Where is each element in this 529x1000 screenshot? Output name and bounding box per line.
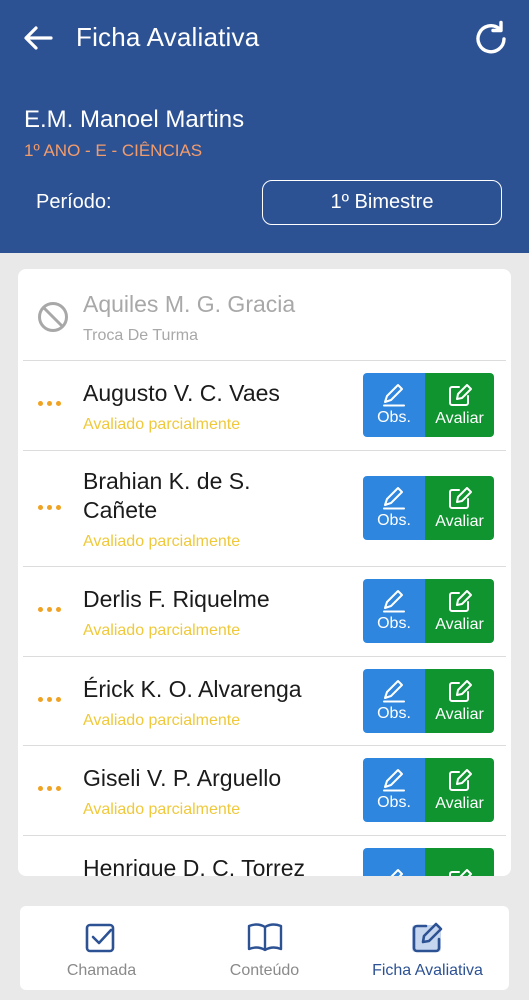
avaliar-label: Avaliar	[435, 513, 484, 530]
student-name: Derlis F. Riquelme	[83, 586, 270, 612]
avaliar-button[interactable]: Avaliar	[425, 758, 494, 822]
student-row: Augusto V. C. Vaes Avaliado parcialmente…	[23, 361, 506, 451]
student-row: Brahian K. de S. Cañete Avaliado parcial…	[23, 451, 506, 567]
bottom-nav: Chamada Conteúdo Ficha Avaliativa	[20, 906, 509, 990]
pencil-icon	[383, 769, 405, 792]
avaliar-label: Avaliar	[435, 706, 484, 723]
app-header: Ficha Avaliativa E.M. Manoel Martins 1º …	[0, 0, 529, 253]
student-row-disabled: Aquiles M. G. Gracia Troca De Turma	[23, 269, 506, 361]
student-name: Aquiles M. G. Gracia	[83, 291, 296, 317]
edit-square-icon	[448, 869, 472, 876]
obs-button[interactable]: Obs.	[363, 373, 425, 437]
student-status: Avaliado parcialmente	[83, 533, 241, 550]
nav-item-ficha-avaliativa[interactable]: Ficha Avaliativa	[346, 906, 509, 990]
more-options-icon[interactable]	[38, 607, 68, 615]
student-list: Aquiles M. G. Gracia Troca De Turma Augu…	[18, 269, 511, 876]
obs-label: Obs.	[377, 615, 411, 632]
class-info: 1º ANO - E - CIÊNCIAS	[24, 141, 203, 160]
avaliar-label: Avaliar	[435, 616, 484, 633]
refresh-icon	[476, 20, 506, 54]
obs-button[interactable]	[363, 848, 425, 876]
student-name: Brahian K. de S. Cañete	[83, 468, 251, 523]
student-row: Derlis F. Riquelme Avaliado parcialmente…	[23, 567, 506, 657]
nav-item-chamada[interactable]: Chamada	[20, 906, 183, 990]
pencil-icon	[383, 680, 405, 703]
avaliar-button[interactable]: Avaliar	[425, 579, 494, 643]
more-options-icon[interactable]	[38, 401, 68, 409]
obs-label: Obs.	[377, 512, 411, 529]
edit-icon	[411, 922, 442, 953]
edit-square-icon	[448, 680, 472, 702]
refresh-button[interactable]	[470, 18, 512, 60]
student-name: Giseli V. P. Arguello	[83, 765, 282, 791]
period-select[interactable]: 1º Bimestre	[262, 180, 502, 225]
edit-square-icon	[448, 487, 472, 509]
student-status: Avaliado parcialmente	[83, 712, 241, 729]
obs-button[interactable]: Obs.	[363, 579, 425, 643]
student-name: Henrique D. C. Torrez	[83, 855, 305, 876]
page-title: Ficha Avaliativa	[76, 22, 260, 52]
more-options-icon[interactable]	[38, 786, 68, 794]
obs-label: Obs.	[377, 705, 411, 722]
student-row: Érick K. O. Alvarenga Avaliado parcialme…	[23, 657, 506, 746]
book-icon	[247, 923, 282, 952]
arrow-left-icon	[24, 26, 53, 50]
pencil-icon	[383, 384, 405, 407]
student-status: Troca De Turma	[83, 327, 198, 344]
student-name: Érick K. O. Alvarenga	[83, 676, 302, 702]
school-name: E.M. Manoel Martins	[24, 106, 245, 133]
avaliar-label: Avaliar	[435, 795, 484, 812]
ban-icon	[38, 302, 68, 332]
nav-label-conteudo: Conteúdo	[229, 962, 300, 979]
obs-label: Obs.	[377, 409, 411, 426]
pencil-icon	[390, 869, 403, 876]
more-options-icon[interactable]	[38, 505, 68, 513]
nav-label-ficha-avaliativa: Ficha Avaliativa	[372, 962, 483, 979]
pencil-icon	[383, 590, 405, 613]
more-options-icon[interactable]	[38, 697, 68, 705]
back-button[interactable]	[20, 20, 56, 56]
obs-button[interactable]: Obs.	[363, 476, 425, 540]
avaliar-button[interactable]: Avaliar	[425, 669, 494, 733]
period-label: Período:	[36, 191, 112, 213]
edit-square-icon	[448, 590, 472, 612]
edit-square-icon	[448, 769, 472, 791]
avaliar-button[interactable]: Avaliar	[425, 476, 494, 540]
avaliar-label: Avaliar	[435, 410, 484, 427]
nav-item-conteudo[interactable]: Conteúdo	[183, 906, 346, 990]
student-name: Augusto V. C. Vaes	[83, 380, 280, 406]
obs-button[interactable]: Obs.	[363, 669, 425, 733]
edit-square-icon	[448, 384, 472, 406]
student-status: Avaliado parcialmente	[83, 801, 241, 818]
checkbox-icon	[85, 923, 114, 953]
obs-button[interactable]: Obs.	[363, 758, 425, 822]
student-row: Giseli V. P. Arguello Avaliado parcialme…	[23, 746, 506, 836]
student-status: Avaliado parcialmente	[83, 416, 241, 433]
pencil-icon	[383, 487, 405, 510]
avaliar-button[interactable]: Avaliar	[425, 373, 494, 437]
student-row: Henrique D. C. Torrez	[23, 836, 506, 876]
student-status: Avaliado parcialmente	[83, 622, 241, 639]
nav-label-chamada: Chamada	[66, 962, 137, 979]
avaliar-button[interactable]	[425, 848, 494, 876]
obs-label: Obs.	[377, 794, 411, 811]
